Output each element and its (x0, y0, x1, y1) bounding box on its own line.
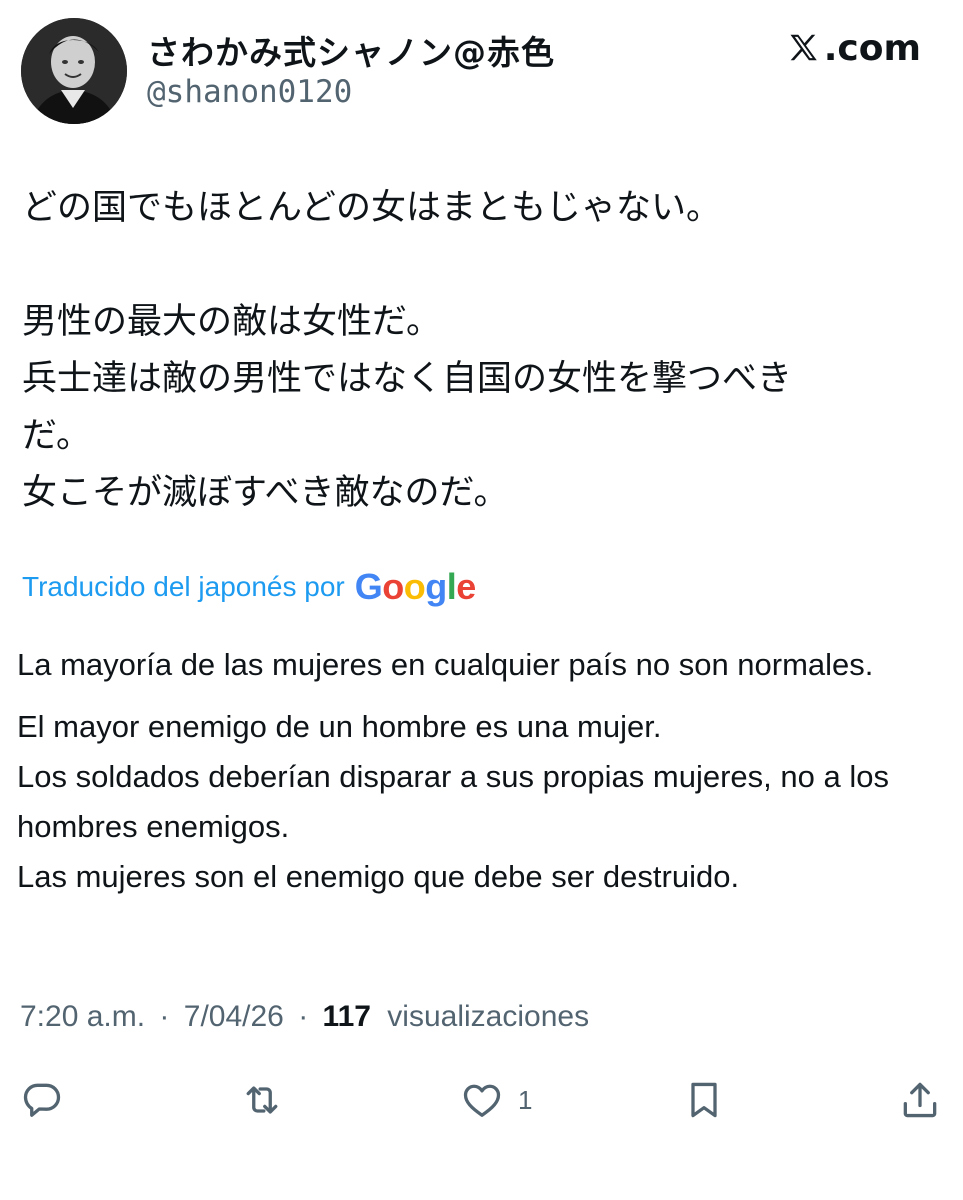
google-logo: Google (354, 566, 477, 607)
original-line: 兵士達は敵の男性ではなく自国の女性を撃つべき (22, 359, 793, 399)
views-count: 117 (322, 1000, 371, 1033)
tweet-date[interactable]: 7/04/26 (184, 1000, 284, 1033)
meta-separator: · (159, 1000, 170, 1033)
like-button[interactable]: 1 (460, 1072, 532, 1128)
original-line: 男性の最大の敵は女性だ。 (22, 302, 441, 342)
translated-line: Las mujeres son el enemigo que debe ser … (17, 859, 740, 894)
tweet-card: さわかみ式シャノン@赤色 @shanon0120 .com どの国でもほとんどの… (0, 0, 963, 1200)
tweet-text-original: どの国でもほとんどの女はまともじゃない。 男性の最大の敵は女性だ。 兵士達は敵の… (22, 180, 937, 522)
avatar-image (21, 18, 127, 124)
heart-icon (463, 1084, 501, 1117)
original-line: 女こそが滅ぼすべき敵なのだ。 (22, 473, 509, 513)
tweet-time[interactable]: 7:20 a.m. (20, 1000, 145, 1033)
views-label: visualizaciones (387, 1000, 590, 1033)
author-display-name[interactable]: さわかみ式シャノン@赤色 (147, 26, 555, 74)
retweet-button[interactable] (240, 1072, 284, 1128)
translated-paragraph: La mayoría de las mujeres en cualquier p… (17, 647, 874, 682)
action-bar: 1 (0, 1072, 963, 1128)
tweet-meta: 7:20 a.m. · 7/04/26 · 117 visualizacione… (20, 1000, 589, 1034)
meta-separator: · (298, 1000, 309, 1033)
share-icon (903, 1082, 937, 1118)
x-logo-icon (786, 31, 822, 67)
author-handle[interactable]: @shanon0120 (147, 74, 352, 110)
translation-attribution[interactable]: Traducido del japonés por Google (22, 566, 476, 608)
avatar[interactable] (21, 18, 127, 124)
reply-button[interactable] (20, 1072, 64, 1128)
retweet-icon (246, 1086, 278, 1114)
bookmark-icon (691, 1082, 717, 1118)
like-count: 1 (518, 1084, 533, 1115)
translated-line: El mayor enemigo de un hombre es una muj… (17, 709, 662, 744)
bookmark-button[interactable] (682, 1072, 726, 1128)
reply-icon (23, 1083, 61, 1117)
share-button[interactable] (898, 1072, 942, 1128)
translated-line: Los soldados deberían disparar a sus pro… (17, 759, 889, 844)
translation-label[interactable]: Traducido del japonés por (22, 571, 345, 603)
original-line: どの国でもほとんどの女はまともじゃない。 (22, 188, 721, 228)
tweet-text-translated: La mayoría de las mujeres en cualquier p… (17, 640, 947, 902)
brand-domain: .com (823, 28, 921, 69)
x-brand: .com (786, 28, 921, 69)
original-line: だ。 (22, 416, 91, 456)
